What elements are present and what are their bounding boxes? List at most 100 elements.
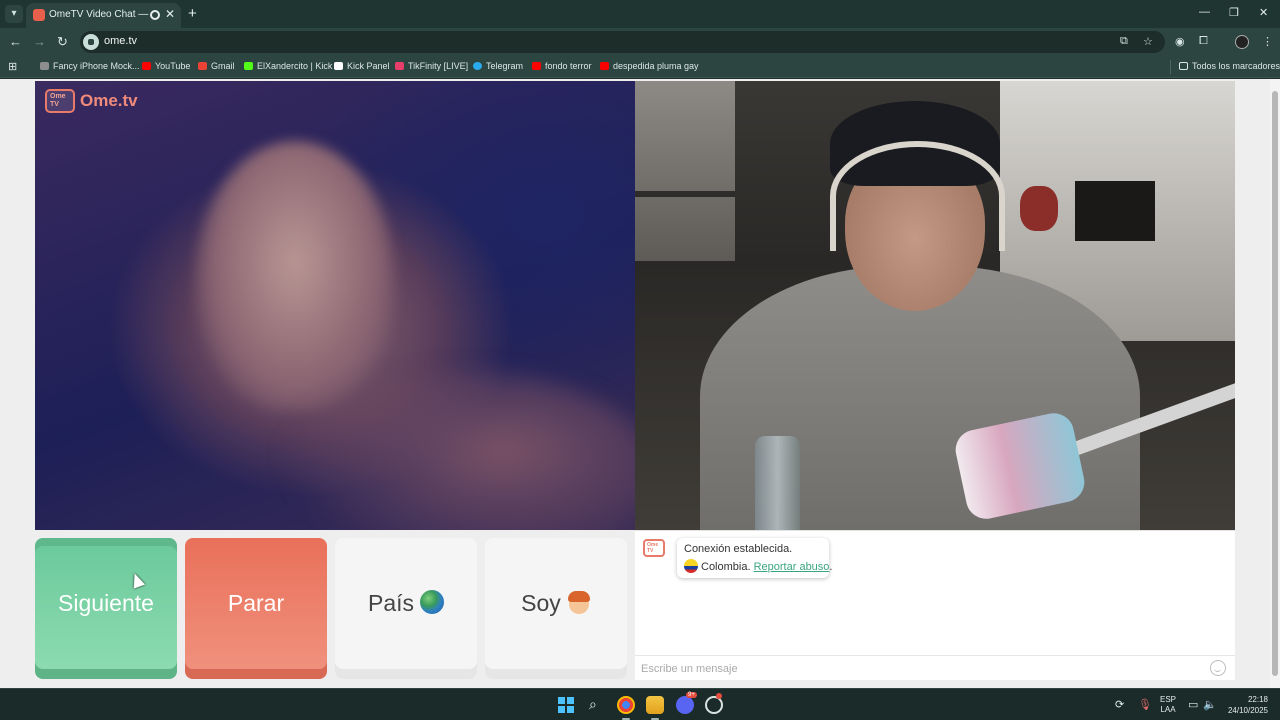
self-video (635, 81, 1235, 530)
tab-ometv[interactable]: OmeTV Video Chat — Ome ✕ (26, 3, 181, 28)
close-window-icon[interactable]: ✕ (1259, 6, 1268, 19)
next-button-label: Siguiente (58, 590, 154, 616)
kick-icon (244, 62, 253, 70)
profile-avatar[interactable] (1235, 35, 1249, 49)
reload-icon[interactable]: ↻ (57, 34, 68, 50)
water-bottle (755, 436, 800, 530)
tv-logo-icon: Ome TV (45, 89, 75, 113)
report-abuse-link[interactable]: Reportar abuso (754, 561, 830, 573)
restore-icon[interactable]: ❐ (1229, 6, 1239, 19)
discord-icon[interactable] (676, 696, 694, 714)
gender-button-content: Soy (485, 590, 627, 617)
minimize-icon[interactable]: — (1199, 6, 1210, 18)
country-line: Colombia. Reportar abuso. (684, 559, 832, 573)
keyboard-layout: LAA (1160, 705, 1176, 714)
microphone-icon[interactable]: 🎙 (1138, 698, 1152, 711)
gender-button-label: Soy (521, 590, 561, 616)
colombia-flag-icon (684, 559, 698, 573)
windows-start-icon[interactable] (558, 697, 574, 713)
apps-grid-icon[interactable]: ⊞ (8, 60, 17, 73)
country-button-content: País (335, 590, 477, 617)
bookmark-item[interactable]: fondo terror (532, 61, 592, 71)
chat-panel: Ome TV Conexión establecida. Colombia. R… (635, 530, 1235, 680)
bookmark-label: TikFinity [LIVE] (408, 61, 469, 71)
cast-icon[interactable]: ⧉ (1120, 35, 1128, 48)
bookmark-label: ElXandercito | Kick (257, 61, 333, 71)
message-input[interactable] (641, 660, 1196, 677)
bookmark-item[interactable]: Kick Panel (334, 61, 390, 71)
logo-badge-text: Ome TV (50, 93, 66, 108)
bookmark-label: Todos los marcadores (1192, 61, 1280, 71)
stranger-video: Ome TV Ome.tv (35, 81, 635, 530)
chat-logo-text: Ome TV (647, 542, 659, 554)
language-indicator[interactable]: ESP LAA (1160, 695, 1176, 715)
all-bookmarks-folder[interactable]: Todos los marcadores (1179, 61, 1280, 71)
display-icon[interactable]: ▭ (1188, 698, 1198, 711)
bookmark-item[interactable]: Telegram (473, 61, 523, 71)
country-button-label: País (367, 590, 415, 616)
tab-strip: ▾ OmeTV Video Chat — Ome ✕ + — ❐ ✕ (0, 0, 1280, 28)
country-name: Colombia. (701, 561, 751, 573)
bookmark-star-icon[interactable]: ☆ (1143, 35, 1153, 48)
extension-icon[interactable]: ◉ (1175, 35, 1185, 48)
connection-status: Conexión establecida. (684, 543, 793, 555)
language-code: ESP (1160, 695, 1177, 704)
new-tab-button[interactable]: + (188, 5, 197, 22)
bookmark-item[interactable]: Fancy iPhone Mock... (40, 61, 140, 71)
extensions-puzzle-icon[interactable]: ⧠ (1199, 35, 1208, 48)
url-text[interactable]: ome.tv (104, 35, 137, 47)
recording-dot-icon (716, 693, 722, 699)
system-clock[interactable]: 22:18 24/10/2025 (1222, 694, 1268, 716)
discord-notification-badge: 9+ (686, 692, 697, 698)
close-tab-icon[interactable]: ✕ (165, 7, 175, 21)
clock-time: 22:18 (1247, 695, 1268, 704)
address-bar[interactable]: ome.tv ⧉ ☆ (80, 31, 1165, 53)
scrollbar-thumb[interactable] (1272, 91, 1278, 676)
bookmark-item[interactable]: Gmail (198, 61, 235, 71)
sync-icon[interactable]: ⟳ (1115, 698, 1124, 711)
bookmark-label: Telegram (486, 61, 524, 71)
bookmark-item[interactable]: TikFinity [LIVE] (395, 61, 468, 71)
search-icon[interactable]: ⌕ (589, 696, 597, 713)
report-suffix: . (829, 561, 833, 573)
boy-icon (567, 590, 591, 614)
chrome-icon[interactable] (617, 696, 635, 714)
emoji-icon[interactable] (1210, 660, 1226, 676)
bookmark-item[interactable]: YouTube (142, 61, 190, 71)
youtube-icon (600, 62, 609, 70)
file-explorer-icon[interactable] (646, 696, 664, 714)
menu-dots-icon[interactable]: ⋮ (1262, 35, 1273, 48)
background-wall (635, 81, 735, 261)
site-info-icon[interactable] (83, 34, 99, 50)
windows-taskbar: ⌕ 9+ ⟳ 🎙 ESP LAA ▭ 🔈 22:18 24/10/2025 (0, 688, 1280, 720)
page-icon (40, 62, 49, 70)
ometv-favicon-icon (33, 9, 45, 21)
back-icon[interactable]: ← (9, 34, 22, 49)
bookmark-label: Kick Panel (347, 61, 390, 71)
country-filter-button[interactable]: País (335, 538, 477, 679)
forward-icon[interactable]: → (33, 34, 46, 49)
stop-button[interactable]: Parar (185, 538, 327, 679)
tab-title: OmeTV Video Chat — Ome (49, 9, 149, 20)
ometv-page: Ome TV Ome.tv Siguiente Parar País Soy O… (0, 79, 1280, 688)
next-button[interactable]: Siguiente (35, 538, 177, 679)
bookmark-item[interactable]: ElXandercito | Kick (244, 61, 332, 71)
recording-indicator-icon (150, 10, 160, 20)
bookmark-label: YouTube (155, 61, 191, 71)
tab-search-button[interactable]: ▾ (5, 5, 23, 23)
bookmark-label: Fancy iPhone Mock... (53, 61, 140, 71)
gender-select-button[interactable]: Soy (485, 538, 627, 679)
bookmark-item[interactable]: despedida pluma gay (600, 61, 699, 71)
gmail-icon (198, 62, 207, 70)
picture-frame (1075, 181, 1155, 241)
globe-icon (420, 590, 445, 614)
ometv-chat-icon: Ome TV (643, 539, 665, 557)
youtube-icon (142, 62, 151, 70)
message-bar (635, 655, 1235, 680)
volume-icon[interactable]: 🔈 (1203, 698, 1217, 711)
browser-toolbar: ← → ↻ ome.tv ⧉ ☆ ◉ ⧠ ⋮ (0, 28, 1280, 56)
page-scrollbar[interactable] (1270, 79, 1280, 688)
bookmarks-bar: ⊞ Fancy iPhone Mock... YouTube Gmail ElX… (0, 56, 1280, 78)
clock-date: 24/10/2025 (1227, 706, 1268, 715)
stop-button-label: Parar (227, 590, 285, 616)
